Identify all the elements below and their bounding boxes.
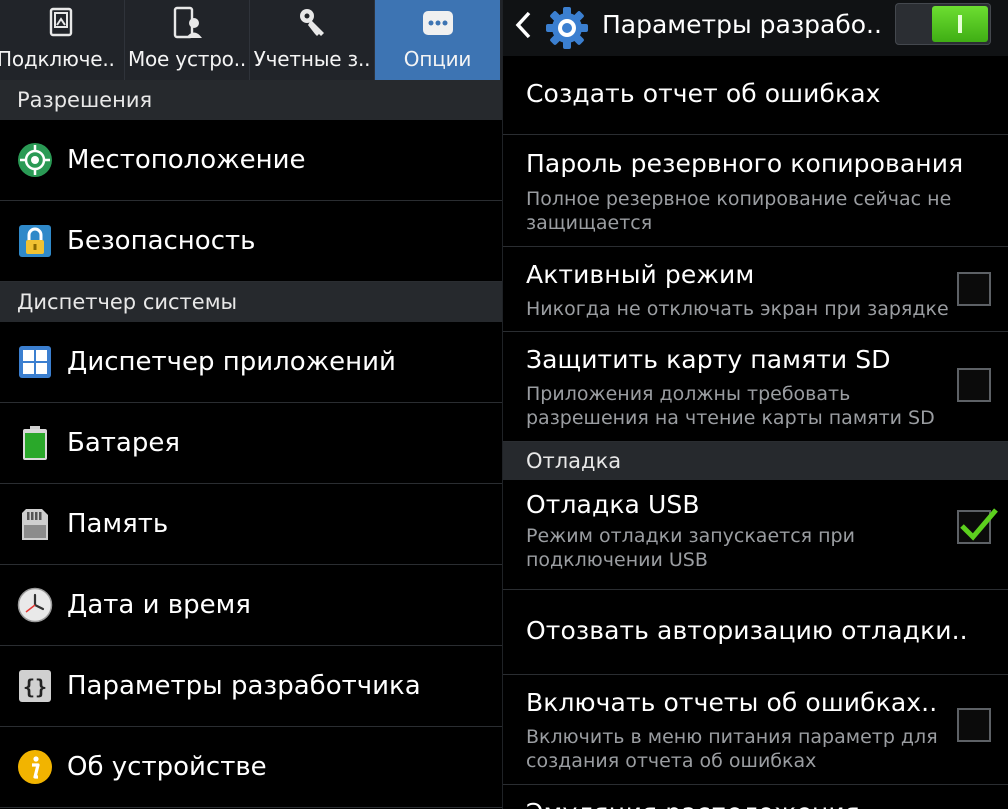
- info-icon: [18, 750, 52, 784]
- tab-options[interactable]: Опции: [375, 0, 500, 80]
- pref-title: Отладка USB: [526, 490, 700, 519]
- pref-title: Эмуляция расположения: [526, 798, 860, 809]
- pref-summary: Приложения должны требовать: [526, 383, 851, 405]
- settings-main-pane: Подключе.. Мое устро.. Учетные з.. Опции…: [0, 0, 502, 809]
- sd-card-icon: [22, 509, 48, 540]
- accounts-key-icon: [300, 9, 324, 36]
- location-icon: [18, 143, 52, 177]
- pref-summary: создания отчета об ошибках: [526, 750, 817, 772]
- settings-item-label: Батарея: [67, 428, 180, 458]
- developer-options-header: Параметры разрабо..: [503, 0, 1008, 56]
- more-options-icon: [422, 11, 453, 35]
- tab-label: Опции: [403, 47, 472, 71]
- svg-text:{}: {}: [23, 675, 47, 699]
- settings-item-label: Об устройстве: [67, 752, 267, 782]
- back-arrow-icon[interactable]: [513, 10, 533, 40]
- settings-item-security[interactable]: Безопасность: [0, 201, 502, 282]
- pref-summary: разрешения на чтение карты памяти SD: [526, 407, 935, 429]
- app-grid-icon: [19, 346, 51, 378]
- pref-title: Пароль резервного копирования: [526, 149, 964, 178]
- pref-title: Отозвать авторизацию отладки..: [526, 616, 968, 645]
- stay-awake-checkbox[interactable]: [957, 272, 991, 306]
- settings-item-label: Безопасность: [67, 226, 256, 256]
- settings-item-app-manager[interactable]: Диспетчер приложений: [0, 322, 502, 403]
- section-header-debugging: Отладка: [503, 442, 1008, 480]
- section-header-system-manager: Диспетчер системы: [0, 282, 502, 322]
- clock-icon: [17, 587, 53, 623]
- section-header-permissions: Разрешения: [0, 80, 502, 120]
- tab-label: Учетные з..: [253, 47, 371, 71]
- pref-take-bug-report[interactable]: Создать отчет об ошибках: [503, 56, 1008, 135]
- pref-title: Активный режим: [526, 260, 755, 289]
- pref-stay-awake[interactable]: Активный режим Никогда не отключать экра…: [503, 247, 1008, 332]
- pref-summary: Режим отладки запускается при: [526, 525, 855, 547]
- settings-item-label: Память: [67, 509, 169, 539]
- pref-mock-location[interactable]: Эмуляция расположения: [503, 785, 1008, 809]
- settings-item-developer-options[interactable]: {} Параметры разработчика: [0, 646, 502, 727]
- developer-options-master-switch[interactable]: [895, 3, 991, 45]
- pref-summary: подключении USB: [526, 549, 708, 571]
- settings-item-battery[interactable]: Батарея: [0, 403, 502, 484]
- tab-my-device[interactable]: Мое устро..: [125, 0, 250, 80]
- page-title: Параметры разрабо..: [602, 10, 882, 39]
- bugreport-power-checkbox[interactable]: [957, 708, 991, 742]
- connections-icon: [49, 7, 73, 37]
- code-braces-icon: {}: [19, 670, 51, 702]
- developer-options-pane: Параметры разрабо.. Создать отчет об оши…: [503, 0, 1008, 809]
- usb-debugging-checkbox[interactable]: [957, 508, 998, 544]
- settings-item-label: Параметры разработчика: [67, 671, 421, 701]
- tab-label: Подключе..: [0, 47, 115, 71]
- settings-item-date-time[interactable]: Дата и время: [0, 565, 502, 646]
- protect-sd-checkbox[interactable]: [957, 368, 991, 402]
- pref-usb-debugging[interactable]: Отладка USB Режим отладки запускается пр…: [503, 480, 1008, 590]
- pref-protect-sd-card[interactable]: Защитить карту памяти SD Приложения долж…: [503, 332, 1008, 442]
- tab-connections[interactable]: Подключе..: [0, 0, 125, 80]
- pref-summary: защищается: [526, 212, 653, 234]
- pref-summary: Включить в меню питания параметр для: [526, 726, 938, 748]
- settings-gear-icon: [546, 7, 588, 49]
- pref-backup-password[interactable]: Пароль резервного копирования Полное рез…: [503, 135, 1008, 247]
- tab-label: Мое устро..: [127, 47, 247, 71]
- switch-knob: [932, 6, 988, 42]
- settings-item-storage[interactable]: Память: [0, 484, 502, 565]
- settings-item-label: Диспетчер приложений: [67, 347, 396, 377]
- settings-item-location[interactable]: Местоположение: [0, 120, 502, 201]
- settings-item-about-device[interactable]: Об устройстве: [0, 727, 502, 808]
- pref-summary: Никогда не отключать экран при зарядке: [526, 298, 949, 320]
- pref-title: Создать отчет об ошибках: [526, 79, 881, 108]
- settings-item-label: Дата и время: [67, 590, 251, 620]
- pref-title: Включать отчеты об ошибках..: [526, 688, 938, 717]
- checkmark-icon: [960, 508, 998, 541]
- pref-summary: Полное резервное копирование сейчас не: [526, 188, 952, 210]
- battery-icon: [23, 426, 47, 460]
- lock-icon: [19, 225, 51, 257]
- pref-revoke-usb-auth[interactable]: Отозвать авторизацию отладки..: [503, 590, 1008, 675]
- pref-bugreport-in-power-menu[interactable]: Включать отчеты об ошибках.. Включить в …: [503, 675, 1008, 785]
- my-device-icon: [173, 6, 202, 39]
- settings-item-label: Местоположение: [67, 145, 306, 175]
- tab-accounts[interactable]: Учетные з..: [250, 0, 375, 80]
- settings-tab-bar: Подключе.. Мое устро.. Учетные з.. Опции: [0, 0, 502, 80]
- pref-title: Защитить карту памяти SD: [526, 345, 891, 374]
